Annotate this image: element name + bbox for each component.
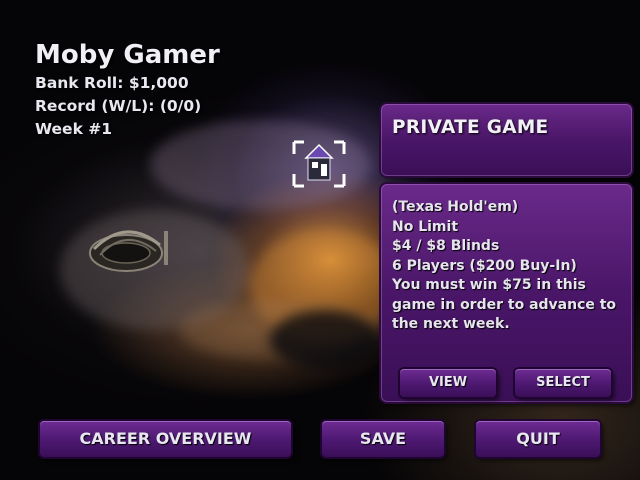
player-info: Moby Gamer Bank Roll: $1,000 Record (W/L… xyxy=(35,40,220,141)
stadium-icon xyxy=(89,230,168,272)
game-players: 6 Players ($200 Buy-In) xyxy=(392,257,577,274)
select-button[interactable]: SELECT xyxy=(515,369,611,397)
game-variant: (Texas Hold'em) xyxy=(392,199,519,215)
record-text: Record (W/L): (0/0) xyxy=(35,97,202,115)
game-limit: No Limit xyxy=(392,218,459,235)
game-details: (Texas Hold'em) No Limit $4 / $8 Blinds … xyxy=(392,198,627,335)
week-text: Week #1 xyxy=(35,120,113,138)
player-name: Moby Gamer xyxy=(35,40,220,70)
quit-button[interactable]: QUIT xyxy=(476,421,600,457)
game-title: PRIVATE GAME xyxy=(392,117,549,138)
game-requirement: You must win $75 in this game in order t… xyxy=(392,277,617,332)
bankroll-text: Bank Roll: $1,000 xyxy=(35,74,189,92)
game-details-panel: (Texas Hold'em) No Limit $4 / $8 Blinds … xyxy=(381,184,632,402)
game-title-panel: PRIVATE GAME xyxy=(381,104,632,176)
save-button[interactable]: SAVE xyxy=(322,421,444,457)
poker-table-location-icon[interactable] xyxy=(292,140,346,188)
career-overview-button[interactable]: CAREER OVERVIEW xyxy=(40,421,291,457)
game-blinds: $4 / $8 Blinds xyxy=(392,238,500,254)
view-button[interactable]: VIEW xyxy=(400,369,496,397)
